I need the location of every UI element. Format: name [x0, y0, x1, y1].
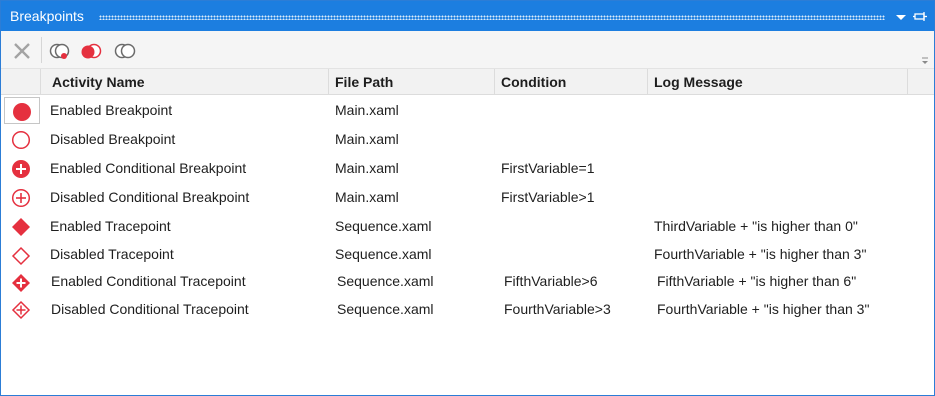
breakpoints-panel: Breakpoints Activity Name File Path Cond…: [0, 0, 935, 396]
condition-cell: FifthVariable>6: [504, 273, 598, 289]
column-header-filler: [908, 69, 934, 95]
breakpoint-toggle-cell[interactable]: [4, 242, 40, 269]
breakpoint-disabled-icon: [11, 130, 31, 150]
table-row[interactable]: Enabled Tracepoint Sequence.xaml ThirdVa…: [1, 212, 934, 241]
tracepoint-disabled-icon: [11, 246, 31, 266]
condition-cell: FirstVariable>1: [501, 189, 595, 205]
table-row[interactable]: Enabled Breakpoint Main.xaml: [1, 96, 934, 125]
chevron-down-icon: [896, 15, 906, 20]
table-row[interactable]: Disabled Conditional Tracepoint Sequence…: [1, 295, 934, 324]
log-message-cell: FourthVariable + "is higher than 3": [654, 246, 867, 262]
condition-cell: FourthVariable>3: [504, 301, 611, 317]
file-path-cell: Main.xaml: [335, 160, 399, 176]
activity-name-cell: Enabled Tracepoint: [50, 218, 171, 234]
activity-name-cell: Enabled Breakpoint: [50, 102, 173, 118]
enable-breakpoints-icon: [49, 43, 70, 59]
delete-breakpoint-button[interactable]: [11, 40, 33, 62]
toolbar-separator: [41, 37, 42, 63]
enable-all-breakpoints-button[interactable]: [48, 40, 70, 62]
activity-name-cell: Disabled Breakpoint: [50, 131, 176, 147]
file-path-cell: Sequence.xaml: [337, 273, 434, 289]
file-path-cell: Main.xaml: [335, 102, 399, 118]
file-path-cell: Sequence.xaml: [337, 301, 434, 317]
file-path-cell: Main.xaml: [335, 189, 399, 205]
window-menu-button[interactable]: [894, 10, 908, 24]
auto-hide-pin-button[interactable]: [913, 10, 927, 24]
conditional-breakpoint-disabled-icon: [11, 188, 31, 208]
conditional-tracepoint-enabled-icon: [12, 274, 30, 292]
activity-name-cell: Enabled Conditional Tracepoint: [51, 273, 246, 289]
table-row[interactable]: Disabled Tracepoint Sequence.xaml Fourth…: [1, 241, 934, 268]
file-path-cell: Sequence.xaml: [335, 246, 432, 262]
file-path-cell: Sequence.xaml: [335, 218, 432, 234]
breakpoint-toggle-cell[interactable]: [4, 269, 40, 296]
tracepoint-enabled-icon: [12, 218, 30, 236]
log-message-cell: ThirdVariable + "is higher than 0": [654, 218, 858, 234]
log-message-cell: FourthVariable + "is higher than 3": [657, 301, 870, 317]
close-x-icon: [14, 43, 30, 59]
file-path-cell: Main.xaml: [335, 131, 399, 147]
activity-name-cell: Enabled Conditional Breakpoint: [50, 160, 247, 176]
breakpoint-toggle-cell[interactable]: [4, 184, 40, 211]
breakpoint-toggle-cell[interactable]: [4, 126, 40, 153]
activity-name-cell: Disabled Conditional Tracepoint: [51, 301, 249, 317]
conditional-tracepoint-disabled-icon: [11, 300, 31, 320]
disable-breakpoints-icon: [81, 43, 102, 59]
condition-cell: FirstVariable=1: [501, 160, 595, 176]
table-row[interactable]: Enabled Conditional Tracepoint Sequence.…: [1, 268, 934, 295]
chevron-down-icon: [922, 57, 928, 64]
column-header-activity-name[interactable]: Activity Name: [41, 69, 329, 95]
breakpoints-grid-header: Activity Name File Path Condition Log Me…: [1, 69, 934, 95]
breakpoints-list: Enabled Breakpoint Main.xaml Disabled Br…: [1, 96, 934, 324]
column-header-icon[interactable]: [1, 69, 41, 95]
toolbar-overflow-button[interactable]: [920, 53, 930, 64]
breakpoint-enabled-icon: [13, 103, 31, 121]
drag-grip[interactable]: [99, 15, 885, 20]
breakpoint-toggle-cell[interactable]: [4, 97, 40, 124]
breakpoint-toggle-cell[interactable]: [4, 296, 40, 323]
breakpoint-toggle-cell[interactable]: [4, 213, 40, 240]
breakpoint-toggle-cell[interactable]: [4, 155, 40, 182]
panel-title-bar[interactable]: Breakpoints: [1, 1, 934, 31]
table-row[interactable]: Disabled Breakpoint Main.xaml: [1, 125, 934, 154]
activity-name-cell: Disabled Tracepoint: [50, 246, 174, 262]
log-message-cell: FifthVariable + "is higher than 6": [657, 273, 857, 289]
table-row[interactable]: Enabled Conditional Breakpoint Main.xaml…: [1, 154, 934, 183]
toggle-all-breakpoints-button[interactable]: [113, 40, 136, 62]
column-header-condition[interactable]: Condition: [495, 69, 648, 95]
pin-icon: [913, 12, 927, 21]
column-header-log-message[interactable]: Log Message: [648, 69, 908, 95]
disable-all-breakpoints-button[interactable]: [80, 40, 102, 62]
conditional-breakpoint-enabled-icon: [12, 160, 30, 178]
toggle-breakpoints-icon: [114, 43, 136, 59]
panel-title: Breakpoints: [10, 8, 84, 24]
table-row[interactable]: Disabled Conditional Breakpoint Main.xam…: [1, 183, 934, 212]
activity-name-cell: Disabled Conditional Breakpoint: [50, 189, 250, 205]
breakpoints-toolbar: [1, 31, 934, 69]
column-header-file-path[interactable]: File Path: [329, 69, 495, 95]
